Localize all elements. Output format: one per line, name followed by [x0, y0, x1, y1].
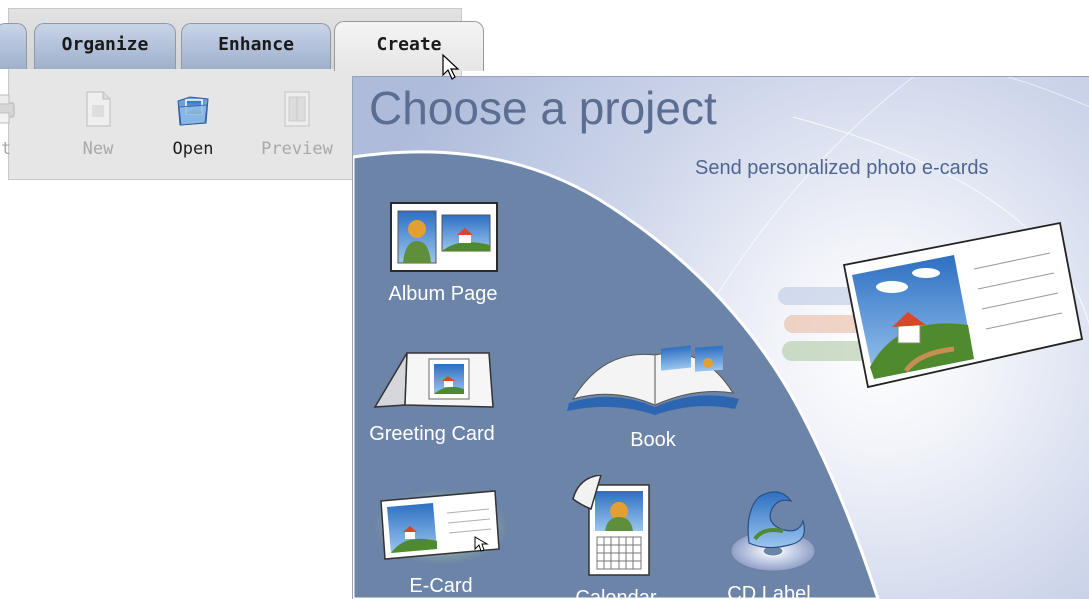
calendar-icon: [572, 475, 650, 576]
open-folder-icon: [177, 96, 209, 126]
project-book[interactable]: Book: [563, 339, 743, 452]
cd-label-icon: [730, 491, 816, 572]
ecard-preview-illustration: [778, 221, 1084, 389]
new-button[interactable]: New: [60, 89, 136, 159]
preview-button[interactable]: Preview: [259, 89, 335, 159]
tab-organize[interactable]: Organize: [34, 23, 176, 69]
project-ecard[interactable]: E-Card: [371, 487, 511, 598]
tab-organize-label: Organize: [61, 34, 149, 55]
open-label: Open: [172, 139, 214, 159]
greeting-card-label: Greeting Card: [369, 423, 495, 445]
tab-enhance[interactable]: Enhance: [181, 23, 331, 69]
tab-enhance-label: Enhance: [218, 34, 294, 55]
project-greeting-card[interactable]: Greeting Card: [367, 345, 497, 446]
print-icon: [0, 94, 15, 124]
album-page-label: Album Page: [388, 283, 498, 305]
mouse-pointer-icon: [442, 53, 460, 80]
tab-partial[interactable]: [0, 23, 27, 69]
tab-strip: Organize Enhance Create: [0, 9, 484, 71]
greeting-card-icon: [373, 352, 494, 408]
book-icon: [567, 345, 739, 415]
print-label: nt: [0, 139, 12, 159]
cd-label-label: CD Label: [727, 583, 811, 599]
project-hint: Send personalized photo e-cards: [695, 157, 989, 179]
project-calendar[interactable]: Calendar: [561, 475, 671, 599]
album-page-icon: [390, 202, 498, 272]
ecard-icon: [373, 489, 509, 565]
book-label: Book: [630, 429, 676, 451]
open-button[interactable]: Open: [155, 89, 231, 159]
tab-create-label: Create: [376, 34, 442, 55]
preview-label: Preview: [261, 139, 333, 159]
project-panel: Choose a project Send personalized photo…: [352, 76, 1089, 599]
page-title: Choose a project: [369, 82, 717, 134]
project-cd-label[interactable]: CD Label: [711, 481, 827, 599]
new-document-icon: [86, 91, 111, 127]
tab-create[interactable]: Create: [334, 21, 484, 71]
calendar-label: Calendar: [575, 587, 657, 599]
preview-icon: [284, 91, 310, 127]
ecard-label: E-Card: [409, 575, 473, 597]
print-button[interactable]: nt: [0, 89, 39, 159]
project-album-page[interactable]: Album Page: [373, 201, 513, 306]
new-label: New: [82, 139, 114, 159]
